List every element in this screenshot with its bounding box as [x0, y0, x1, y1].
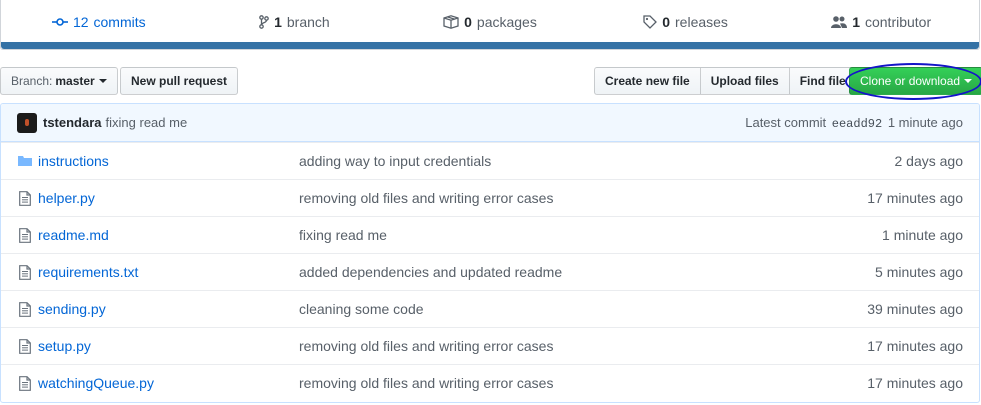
contributors-link[interactable]: 1 contributor: [783, 14, 979, 30]
file-commit-age: 2 days ago: [894, 153, 964, 169]
commits-count: 12: [72, 13, 89, 30]
commit-icon: [51, 17, 68, 27]
file-navigation-toolbar: Branch: master New pull request Create n…: [0, 67, 981, 97]
file-name-link[interactable]: watchingQueue.py: [38, 375, 299, 391]
contributors-count: 1: [852, 13, 860, 30]
latest-commit-info: Latest commit eeadd92 1 minute ago: [745, 115, 963, 131]
branches-count: 1: [274, 13, 282, 30]
file-commit-message[interactable]: added dependencies and updated readme: [299, 264, 875, 280]
file-icon: [17, 227, 33, 243]
latest-commit-bar: tstendara fixing read me Latest commit e…: [1, 104, 979, 142]
upload-files-button[interactable]: Upload files: [699, 67, 790, 95]
file-commit-message[interactable]: fixing read me: [299, 227, 882, 243]
file-name-link[interactable]: setup.py: [38, 338, 299, 354]
file-icon: [17, 338, 33, 354]
branch-icon: [259, 14, 269, 29]
file-commit-message[interactable]: adding way to input credentials: [299, 153, 895, 169]
file-name-link[interactable]: sending.py: [38, 301, 299, 317]
file-icon: [17, 190, 33, 206]
branches-label: branch: [286, 13, 330, 30]
file-commit-age: 39 minutes ago: [867, 301, 963, 317]
branch-prefix: Branch:: [11, 74, 53, 88]
folder-icon: [17, 155, 33, 167]
file-commit-message[interactable]: cleaning some code: [299, 301, 867, 317]
commit-age: 1 minute ago: [887, 114, 963, 130]
file-name-link[interactable]: readme.md: [38, 227, 299, 243]
tag-icon: [643, 14, 658, 29]
file-commit-message[interactable]: removing old files and writing error cas…: [299, 190, 867, 206]
file-commit-age: 5 minutes ago: [875, 264, 963, 280]
table-row: readme.md fixing read me 1 minute ago: [1, 216, 979, 253]
file-icon: [17, 375, 33, 391]
file-commit-message[interactable]: removing old files and writing error cas…: [299, 338, 867, 354]
file-icon: [17, 301, 33, 317]
file-name-link[interactable]: helper.py: [38, 190, 299, 206]
file-commit-age: 17 minutes ago: [867, 338, 963, 354]
releases-count: 0: [662, 13, 671, 30]
file-commit-message[interactable]: removing old files and writing error cas…: [299, 375, 867, 391]
caret-down-icon: [964, 79, 973, 83]
releases-label: releases: [675, 13, 728, 30]
packages-link[interactable]: 0 packages: [392, 14, 588, 30]
repo-summary-bar: 12 commits 1 branch 0 packages 0 release…: [0, 0, 980, 50]
file-commit-age: 17 minutes ago: [867, 375, 963, 391]
find-file-button[interactable]: Find file: [788, 67, 857, 95]
create-new-file-button[interactable]: Create new file: [594, 67, 701, 95]
caret-down-icon: [98, 79, 107, 83]
new-pull-request-button[interactable]: New pull request: [120, 67, 239, 95]
file-icon: [17, 264, 33, 280]
branch-name: master: [55, 74, 95, 88]
branches-link[interactable]: 1 branch: [197, 14, 393, 30]
table-row: instructions adding way to input credenti…: [1, 142, 979, 179]
table-row: helper.py removing old files and writing …: [1, 179, 979, 216]
commit-message[interactable]: fixing read me: [106, 115, 188, 130]
commits-label: commits: [93, 13, 146, 30]
file-list: tstendara fixing read me Latest commit e…: [0, 103, 980, 403]
file-commit-age: 17 minutes ago: [867, 190, 963, 206]
file-commit-age: 1 minute ago: [882, 227, 963, 243]
avatar[interactable]: [17, 112, 37, 133]
packages-count: 0: [464, 13, 472, 30]
file-actions-group: Create new file Upload files Find file: [594, 67, 857, 95]
commit-sha[interactable]: eeadd92: [832, 117, 882, 131]
branch-select-button[interactable]: Branch: master: [0, 67, 118, 95]
file-name-link[interactable]: requirements.txt: [38, 264, 299, 280]
commit-author[interactable]: tstendara: [43, 115, 102, 130]
table-row: watchingQueue.py removing old files and w…: [1, 364, 979, 401]
language-bar[interactable]: [1, 42, 979, 49]
table-row: sending.py cleaning some code 39 minutes a…: [1, 290, 979, 327]
latest-commit-label: Latest commit: [745, 114, 827, 130]
packages-label: packages: [476, 13, 537, 30]
file-name-link[interactable]: instructions: [38, 153, 299, 169]
table-row: setup.py removing old files and writing e…: [1, 327, 979, 364]
clone-or-download-button[interactable]: Clone or download: [849, 67, 981, 95]
package-icon: [443, 14, 459, 29]
commits-link[interactable]: 12 commits: [1, 14, 197, 30]
releases-link[interactable]: 0 releases: [588, 14, 784, 30]
contributors-label: contributor: [864, 13, 932, 30]
people-icon: [831, 15, 848, 29]
table-row: requirements.txt added dependencies and u…: [1, 253, 979, 290]
clone-or-download-label: Clone or download: [860, 74, 961, 88]
